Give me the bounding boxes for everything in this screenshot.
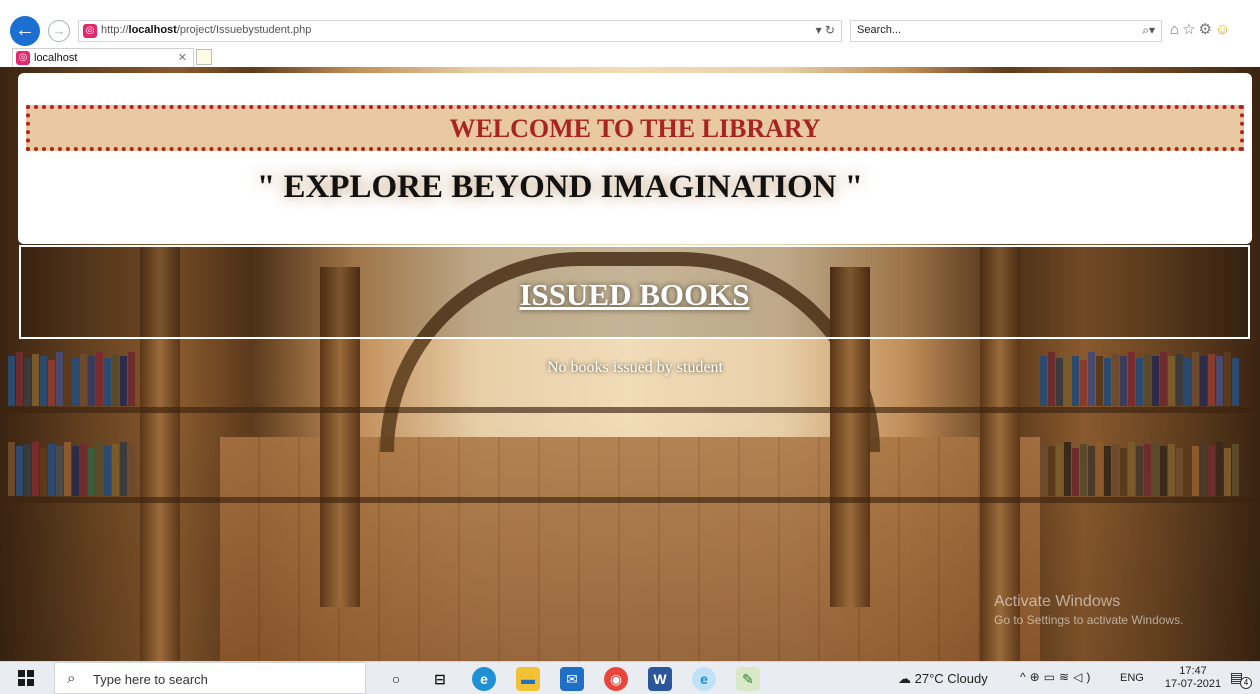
url-host: localhost (128, 24, 177, 36)
volume-icon[interactable]: ◁) (1073, 670, 1094, 684)
weather-widget[interactable]: ☁ 27°C Cloudy (898, 671, 988, 687)
search-icon[interactable]: ⌕▾ (1142, 23, 1155, 38)
battery-icon[interactable]: ▭ (1044, 670, 1059, 684)
edge-icon[interactable]: e (472, 667, 496, 691)
search-placeholder: Search... (857, 24, 902, 36)
browser-search-input[interactable]: Search... ⌕▾ (850, 20, 1162, 42)
gear-icon[interactable]: ⚙ (1199, 21, 1215, 38)
new-tab-button[interactable] (196, 49, 212, 65)
clock[interactable]: 17:47 17-07-2021 (1162, 665, 1224, 691)
tab-bar: ◎ localhost ✕ (0, 46, 1260, 67)
url-prefix: http:// (101, 24, 129, 36)
paint-icon[interactable]: ✎ (736, 667, 760, 691)
taskbar-search-input[interactable]: ⌕ Type here to search (54, 662, 366, 694)
notifications-icon[interactable]: ▤ 4 (1230, 669, 1252, 689)
issued-books-heading: ISSUED BOOKS (519, 277, 750, 312)
wifi-icon[interactable]: ≋ (1059, 670, 1073, 684)
back-button[interactable]: ← (10, 16, 40, 46)
feedback-smiley-icon[interactable]: ☺ (1215, 21, 1233, 38)
issued-books-panel: ISSUED BOOKS (19, 245, 1250, 339)
chrome-icon[interactable]: ◉ (604, 667, 628, 691)
address-bar[interactable]: ◎ http://localhost/project/Issuebystuden… (78, 20, 842, 42)
watermark-subtitle: Go to Settings to activate Windows. (994, 613, 1184, 627)
forward-button[interactable]: → (48, 20, 70, 42)
clock-time: 17:47 (1179, 665, 1207, 677)
arrow-left-icon: ← (15, 19, 35, 41)
windows-taskbar: ⌕ Type here to search ○ ⊟ e ▬ ✉ ◉ W e ✎ … (0, 661, 1260, 694)
chevron-up-icon[interactable]: ^ (1020, 670, 1030, 684)
url-text[interactable]: http://localhost/project/Issuebystudent.… (101, 24, 311, 36)
shelf-band (0, 407, 1260, 413)
file-explorer-icon[interactable]: ▬ (516, 667, 540, 691)
empty-state-message: No books issued by student (547, 359, 723, 376)
welcome-heading: WELCOME TO THE LIBRARY (449, 114, 821, 143)
mail-icon[interactable]: ✉ (560, 667, 584, 691)
tagline: " EXPLORE BEYOND IMAGINATION " (256, 169, 864, 205)
favorites-star-icon[interactable]: ☆ (1182, 21, 1198, 38)
taskbar-search-placeholder: Type here to search (93, 672, 208, 687)
start-button[interactable] (18, 670, 34, 686)
shelf-band (0, 497, 1260, 503)
bookshelf-right-lower (1040, 442, 1240, 496)
tray-icons: ^⊕▭≋◁) (1020, 670, 1094, 684)
cloud-icon: ☁ (898, 671, 915, 686)
toolbar-icons: ⌂☆⚙☺ (1170, 20, 1233, 38)
tab-localhost[interactable]: ◎ localhost ✕ (12, 48, 194, 67)
weather-text: 27°C Cloudy (914, 671, 988, 686)
close-tab-icon[interactable]: ✕ (178, 51, 187, 64)
arrow-right-icon: → (52, 23, 66, 38)
watermark-title: Activate Windows (994, 593, 1121, 610)
cortana-icon[interactable]: ○ (384, 667, 408, 691)
activate-windows-watermark: Activate Windows Go to Settings to activ… (994, 593, 1183, 627)
site-favicon-icon: ◎ (83, 24, 97, 38)
tab-title: localhost (34, 52, 78, 64)
bookshelf-left-lower (8, 442, 136, 496)
network-icon[interactable]: ⊕ (1030, 670, 1044, 684)
browser-chrome: –❐✕ ← → ◎ http://localhost/project/Issue… (0, 0, 1260, 67)
header-panel: WELCOME TO THE LIBRARY " EXPLORE BEYOND … (18, 73, 1252, 244)
notification-count-badge: 4 (1240, 677, 1252, 689)
task-view-icon[interactable]: ⊟ (428, 667, 452, 691)
navigation-bar: ← → ◎ http://localhost/project/Issuebyst… (0, 16, 1260, 46)
url-path: /project/Issuebystudent.php (176, 24, 312, 36)
welcome-banner: WELCOME TO THE LIBRARY (26, 105, 1244, 151)
library-background: WELCOME TO THE LIBRARY " EXPLORE BEYOND … (0, 67, 1260, 661)
search-icon: ⌕ (67, 670, 76, 687)
clock-date: 17-07-2021 (1164, 678, 1222, 690)
home-icon[interactable]: ⌂ (1170, 21, 1182, 38)
language-indicator[interactable]: ENG (1120, 672, 1144, 684)
refresh-button[interactable]: ▾ ↻ (816, 23, 835, 37)
tab-favicon-icon: ◎ (16, 51, 30, 65)
word-icon[interactable]: W (648, 667, 672, 691)
internet-explorer-icon[interactable]: e (692, 667, 716, 691)
